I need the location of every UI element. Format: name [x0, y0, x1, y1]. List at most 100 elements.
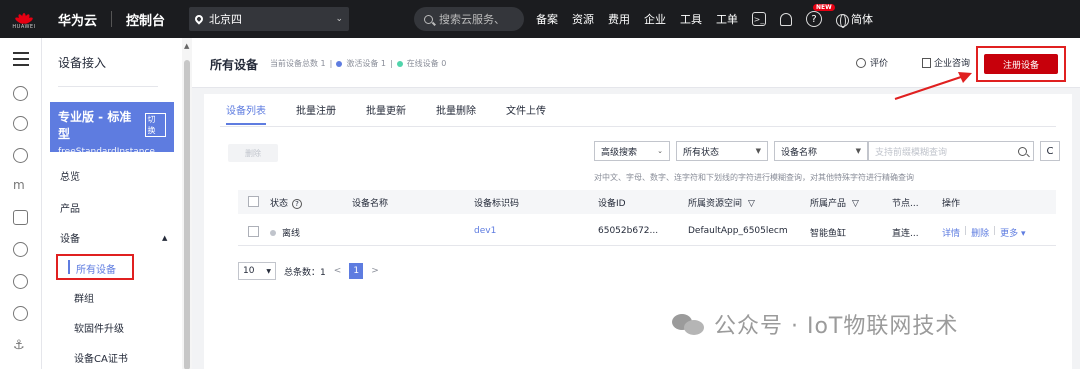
prev-page-icon[interactable]: <	[334, 266, 342, 276]
col-node: 节点...	[892, 199, 919, 209]
page-size-value: 10	[243, 266, 255, 276]
nav-beian[interactable]: 备案	[536, 11, 558, 27]
language-label: 简体	[851, 13, 873, 26]
tab-batch-update[interactable]: 批量更新	[366, 102, 406, 125]
brand-name[interactable]: 华为云	[58, 10, 97, 29]
nav-item-overview[interactable]: 总览	[60, 168, 80, 183]
region-select[interactable]: 北京四 ⌄	[189, 7, 350, 31]
instance-switch-button[interactable]: 切换	[144, 113, 166, 137]
nav-item-device[interactable]: 设备	[60, 230, 80, 245]
global-search[interactable]: 搜索云服务、	[414, 7, 524, 31]
offline-dot-icon	[270, 229, 276, 236]
refresh-button[interactable]: C	[1040, 141, 1060, 161]
nav-item-ca[interactable]: 设备CA证书	[74, 350, 128, 365]
language-switch[interactable]: 简体	[836, 11, 873, 28]
row-identifier-link[interactable]: dev1	[474, 226, 496, 236]
row-checkbox[interactable]	[248, 226, 259, 237]
advanced-search-label: 高级搜索	[601, 147, 638, 158]
page-size-select[interactable]: 10 ▼	[238, 262, 276, 280]
caret-down-icon: ▼	[755, 147, 761, 155]
service-icon-3[interactable]	[13, 148, 28, 163]
console-link[interactable]: 控制台	[126, 10, 165, 29]
chevron-up-icon[interactable]: ▲	[162, 234, 167, 242]
location-pin-icon	[193, 13, 205, 25]
field-select[interactable]: 设备名称 ▼	[774, 141, 868, 161]
menu-icon[interactable]	[13, 52, 29, 70]
help-icon[interactable]: ? NEW	[806, 4, 835, 27]
active-indicator	[68, 260, 70, 274]
col-id: 设备ID	[598, 199, 626, 209]
advanced-search-button[interactable]: 高级搜索 ⌄	[594, 141, 670, 161]
instance-card[interactable]: 专业版 - 标准型 切换 freeStandardInstance	[50, 102, 174, 157]
col-actions: 操作	[942, 199, 961, 209]
stat-online: 在线设备 0	[406, 59, 447, 68]
page-title: 所有设备	[210, 58, 259, 72]
top-nav: 备案 资源 费用 企业 工具 工单 >_ ? NEW 简体	[536, 0, 873, 38]
scroll-up-icon[interactable]: ▲	[184, 42, 189, 50]
globe-icon	[836, 13, 849, 28]
service-icon-8[interactable]	[13, 306, 28, 321]
nav-item-product[interactable]: 产品	[60, 200, 80, 215]
huawei-flower-icon	[14, 9, 34, 25]
service-icon-7[interactable]	[13, 274, 28, 289]
help-icon[interactable]: ?	[292, 199, 303, 209]
rate-label: 评价	[870, 59, 889, 69]
nav-tickets[interactable]: 工单	[716, 11, 738, 27]
stat-activated: 激活设备 1	[346, 59, 386, 68]
select-all-checkbox[interactable]	[248, 196, 259, 207]
consult-icon	[922, 57, 931, 68]
stat-total: 当前设备总数 1	[270, 59, 326, 68]
next-page-icon[interactable]: >	[371, 266, 379, 276]
rate-button[interactable]: 评价	[856, 56, 888, 69]
activated-dot-icon	[336, 60, 343, 67]
row-node: 直连...	[892, 229, 919, 239]
nav-item-all-devices[interactable]: 所有设备	[56, 254, 134, 280]
divider	[58, 86, 158, 87]
pagination: 10 ▼ 总条数：1 < 1 >	[238, 262, 379, 280]
service-icon-1[interactable]	[13, 86, 28, 101]
nav-item-group[interactable]: 群组	[74, 290, 94, 305]
tab-batch-register[interactable]: 批量注册	[296, 102, 336, 125]
scroll-thumb[interactable]	[184, 60, 190, 369]
status-select-value: 所有状态	[683, 147, 720, 158]
service-icon-4[interactable]: m	[13, 178, 28, 193]
search-icon[interactable]	[1018, 146, 1027, 156]
caret-down-icon: ▼	[855, 147, 861, 155]
huawei-logo[interactable]: HUAWEI	[4, 0, 44, 38]
col-identifier: 设备标识码	[474, 199, 520, 209]
detail-link[interactable]: 详情	[942, 226, 960, 239]
device-stats: 当前设备总数 1 | 激活设备 1 | 在线设备 0	[270, 58, 446, 69]
divider: |	[964, 226, 968, 236]
nav-tools[interactable]: 工具	[680, 11, 702, 27]
online-dot-icon	[396, 60, 403, 67]
tab-file-upload[interactable]: 文件上传	[506, 102, 546, 125]
device-search-input[interactable]: 支持前缀模糊查询	[868, 141, 1034, 161]
service-icon-6[interactable]	[13, 242, 28, 257]
page-number[interactable]: 1	[349, 263, 364, 279]
cloud-shell-icon[interactable]: >_	[752, 12, 766, 26]
service-icon-5[interactable]	[13, 210, 28, 225]
brand-sub: HUAWEI	[12, 23, 36, 30]
more-dropdown[interactable]: 更多 ▾	[1000, 226, 1025, 239]
sidebar-scrollbar[interactable]: ▲	[182, 38, 192, 369]
page-header: 所有设备 当前设备总数 1 | 激活设备 1 | 在线设备 0 评价 企业咨询 …	[192, 38, 1080, 88]
icon-rail: m ⚓	[0, 38, 42, 369]
nav-item-firmware[interactable]: 软固件升级	[74, 320, 124, 335]
service-icon-2[interactable]	[13, 116, 28, 131]
bell-icon[interactable]	[780, 12, 792, 26]
smile-icon	[856, 57, 866, 68]
register-device-button[interactable]: 注册设备	[984, 54, 1058, 74]
delete-link[interactable]: 删除	[971, 226, 989, 239]
delete-button[interactable]: 删除	[228, 144, 278, 162]
tab-batch-delete[interactable]: 批量删除	[436, 102, 476, 125]
tab-device-list[interactable]: 设备列表	[226, 102, 266, 125]
nav-resources[interactable]: 资源	[572, 11, 594, 27]
row-status: 离线	[270, 226, 300, 239]
anchor-icon[interactable]: ⚓	[13, 338, 28, 353]
status-select[interactable]: 所有状态 ▼	[676, 141, 768, 161]
nav-billing[interactable]: 费用	[608, 11, 630, 27]
filter-icon[interactable]: ▽	[852, 199, 859, 209]
filter-icon[interactable]: ▽	[748, 199, 755, 209]
consult-button[interactable]: 企业咨询	[922, 56, 970, 69]
nav-enterprise[interactable]: 企业	[644, 11, 666, 27]
